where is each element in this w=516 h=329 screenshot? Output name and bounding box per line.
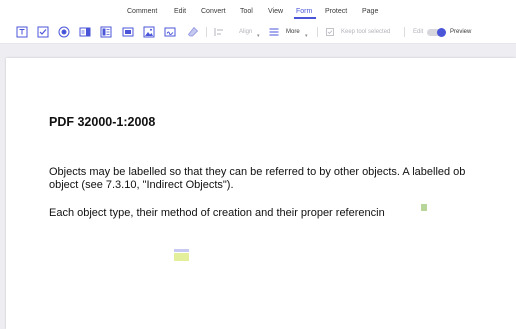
- render-artifact: [421, 204, 427, 211]
- checkbox-icon[interactable]: [37, 26, 49, 38]
- preview-mode-label: Preview: [450, 29, 472, 35]
- document-title: PDF 32000-1:2008: [49, 115, 156, 129]
- menu-protect[interactable]: Protect: [325, 8, 347, 16]
- paragraph-line: Each object type, their method of creati…: [49, 207, 385, 219]
- text-field-icon[interactable]: [16, 26, 28, 38]
- form-toolbar: Align ▾ More ▾ Keep tool selected Edit P…: [0, 20, 516, 44]
- clear-form-icon[interactable]: [187, 26, 199, 38]
- image-field-icon[interactable]: [143, 26, 155, 38]
- button-field-icon[interactable]: [122, 26, 134, 38]
- paragraph-line: Objects may be labelled so that they can…: [49, 166, 466, 178]
- toolbar-separator: [206, 27, 207, 37]
- menu-tool[interactable]: Tool: [240, 8, 253, 16]
- menu-view[interactable]: View: [268, 8, 283, 16]
- align-label: Align: [239, 29, 253, 35]
- chevron-down-icon: ▾: [257, 33, 260, 39]
- render-artifact: [174, 253, 189, 261]
- list-box-icon[interactable]: [100, 26, 112, 38]
- keep-tool-label: Keep tool selected: [341, 29, 391, 35]
- document-canvas: PDF 32000-1:2008 Objects may be labelled…: [0, 44, 516, 329]
- align-icon[interactable]: [213, 26, 225, 38]
- combo-box-icon[interactable]: [79, 26, 91, 38]
- menu-convert[interactable]: Convert: [201, 8, 226, 16]
- signature-field-icon[interactable]: [164, 26, 176, 38]
- paragraph-line: object (see 7.3.10, "Indirect Objects").: [49, 179, 234, 191]
- pdf-editor-window: Comment Edit Convert Tool View Form Prot…: [0, 0, 516, 329]
- menu-comment[interactable]: Comment: [127, 8, 157, 16]
- chevron-down-icon: ▾: [305, 33, 308, 39]
- toolbar-separator: [404, 27, 405, 37]
- radio-button-icon[interactable]: [58, 26, 70, 38]
- more-icon[interactable]: [268, 26, 280, 38]
- more-label[interactable]: More: [286, 28, 300, 36]
- menu-bar: Comment Edit Convert Tool View Form Prot…: [0, 0, 516, 20]
- menu-edit[interactable]: Edit: [174, 8, 186, 16]
- render-artifact: [174, 249, 189, 252]
- toolbar-separator: [317, 27, 318, 37]
- keep-tool-checkbox[interactable]: [326, 28, 334, 36]
- edit-mode-label: Edit: [413, 29, 424, 35]
- pdf-page[interactable]: PDF 32000-1:2008 Objects may be labelled…: [6, 58, 516, 329]
- menu-form[interactable]: Form: [296, 8, 312, 16]
- menu-page[interactable]: Page: [362, 8, 378, 16]
- toggle-knob: [437, 28, 446, 37]
- edit-preview-toggle[interactable]: [427, 28, 446, 37]
- active-menu-indicator: [294, 17, 316, 19]
